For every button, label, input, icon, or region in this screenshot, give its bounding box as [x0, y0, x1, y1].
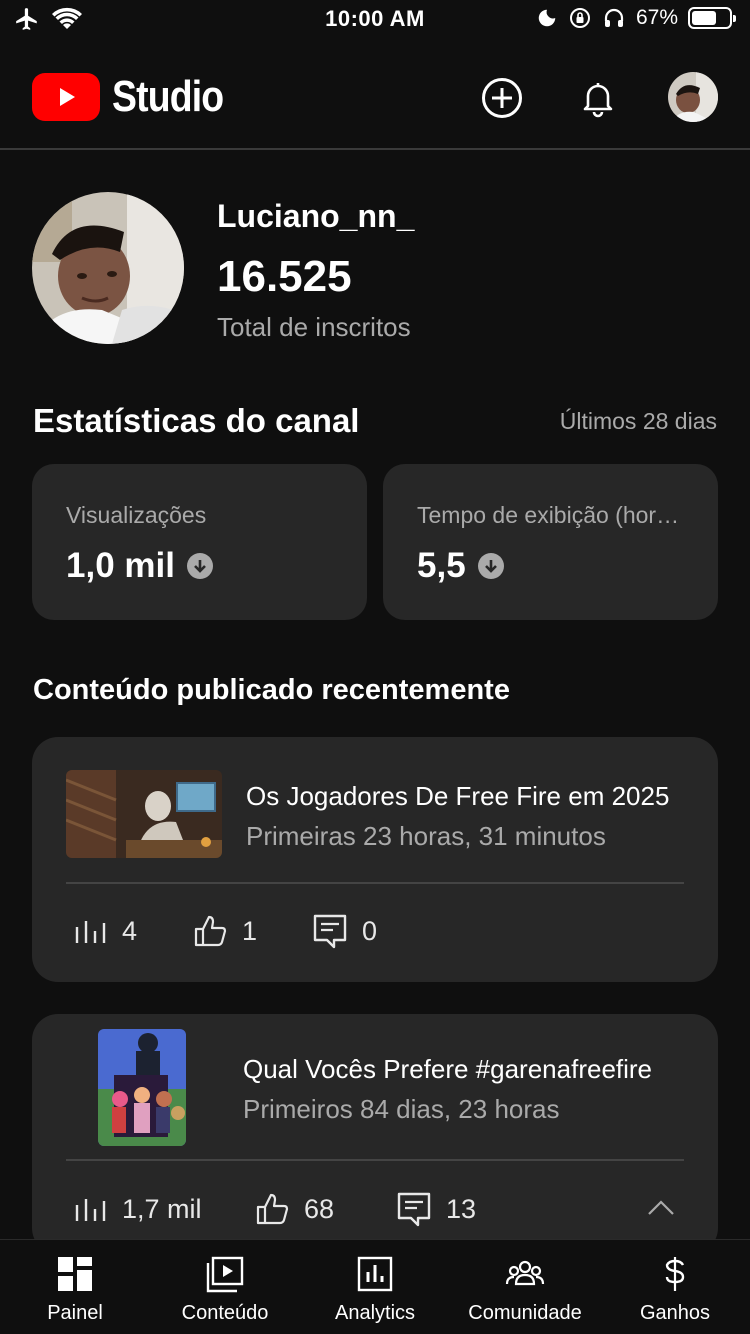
battery-icon [688, 7, 736, 29]
trend-down-icon [477, 553, 504, 579]
like-icon [256, 1193, 289, 1225]
views-count: 1,7 mil [122, 1193, 202, 1224]
nav-item-analytics[interactable]: Analytics [300, 1254, 450, 1325]
subscriber-label: Total de inscritos [217, 312, 411, 342]
video-meta: Primeiros 84 dias, 23 horas [243, 1094, 560, 1124]
divider [66, 1159, 684, 1161]
create-icon[interactable] [480, 76, 524, 120]
views-bar-icon [75, 921, 106, 943]
comments-count: 0 [362, 915, 378, 946]
comments-metric: 0 [312, 913, 377, 949]
earnings-icon [665, 1257, 685, 1291]
chevron-up-icon[interactable] [646, 1198, 676, 1218]
nav-item-painel[interactable]: Painel [0, 1254, 150, 1325]
views-count: 4 [122, 915, 138, 946]
likes-count: 1 [242, 915, 258, 946]
battery-percent: 67% [635, 6, 678, 29]
video-card[interactable]: Os Jogadores De Free Fire em 2025 Primei… [32, 737, 718, 982]
stat-card-watch-time[interactable]: Tempo de exibição (horas) 5,5 [383, 464, 718, 620]
youtube-studio-logo[interactable]: Studio [32, 72, 243, 122]
dashboard-icon [58, 1257, 92, 1291]
comment-icon [313, 914, 347, 949]
comments-count: 13 [446, 1193, 477, 1224]
headphones-icon [604, 8, 624, 27]
youtube-play-icon [32, 73, 100, 121]
stat-value: 5,5 [417, 546, 466, 585]
nav-label: Painel [47, 1302, 103, 1324]
video-thumbnail[interactable] [66, 770, 222, 858]
subscriber-count: 16.525 [217, 252, 352, 301]
bottom-navigation: Painel Conteúdo Analytics Comunidade Gan… [0, 1239, 750, 1334]
rotation-lock-icon [569, 8, 590, 28]
video-meta: Primeiras 23 horas, 31 minutos [246, 821, 606, 851]
video-title: Qual Vocês Prefere #garenafreefire [243, 1054, 653, 1084]
comment-icon [397, 1192, 431, 1227]
stats-title: Estatísticas do canal [33, 402, 360, 439]
stat-card-views[interactable]: Visualizações 1,0 mil [32, 464, 367, 620]
nav-label: Analytics [334, 1302, 416, 1324]
app-header: Studio [0, 54, 750, 150]
nav-label: Conteúdo [181, 1302, 269, 1324]
video-card[interactable]: Qual Vocês Prefere #garenafreefire Prime… [32, 1014, 718, 1254]
likes-count: 68 [304, 1193, 335, 1224]
moon-icon [538, 9, 556, 27]
nav-item-ganhos[interactable]: Ganhos [600, 1254, 750, 1325]
nav-label: Comunidade [468, 1302, 582, 1324]
likes-metric: 68 [254, 1191, 334, 1227]
stat-label: Tempo de exibição (horas) [417, 502, 682, 528]
likes-metric: 1 [192, 913, 257, 949]
account-avatar[interactable] [668, 72, 718, 122]
notifications-bell-icon[interactable] [576, 76, 620, 120]
community-icon [505, 1260, 545, 1286]
video-title: Os Jogadores De Free Fire em 2025 [246, 781, 670, 811]
status-bar: 10:00 AM 67% [0, 0, 750, 42]
recent-content-title: Conteúdo publicado recentemente [33, 674, 510, 706]
video-thumbnail[interactable] [98, 1029, 186, 1146]
trend-down-icon [186, 553, 213, 579]
views-bar-icon [75, 1199, 106, 1221]
stat-label: Visualizações [66, 502, 207, 528]
views-metric: 1,7 mil [72, 1191, 202, 1227]
like-icon [194, 915, 227, 947]
content-icon [206, 1256, 244, 1293]
stat-value: 1,0 mil [66, 546, 175, 585]
views-metric: 4 [72, 913, 137, 949]
nav-item-comunidade[interactable]: Comunidade [450, 1254, 600, 1325]
logo-text: Studio [112, 72, 224, 121]
comments-metric: 13 [396, 1191, 476, 1227]
nav-label: Ganhos [639, 1302, 711, 1324]
stats-period[interactable]: Últimos 28 dias [560, 408, 717, 435]
analytics-icon [357, 1256, 393, 1292]
divider [66, 882, 684, 884]
channel-name: Luciano_nn_ [217, 198, 415, 234]
channel-avatar[interactable] [32, 192, 184, 344]
nav-item-conteudo[interactable]: Conteúdo [150, 1254, 300, 1325]
